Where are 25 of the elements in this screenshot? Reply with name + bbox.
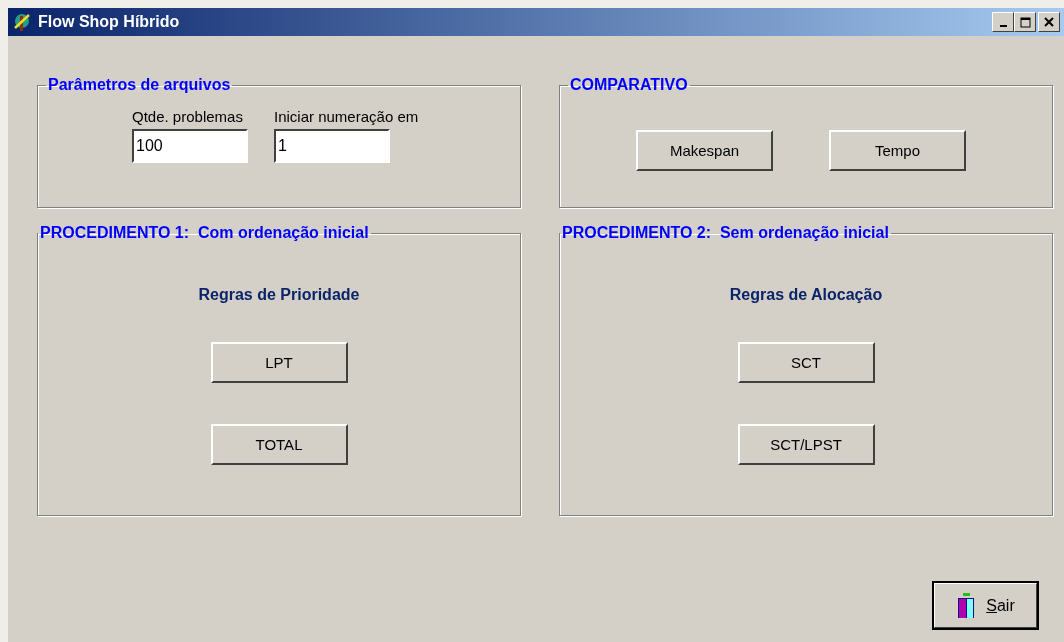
field-label: Qtde. problemas (132, 108, 244, 125)
input-field[interactable]: 100 (132, 129, 248, 163)
exit-button[interactable]: Sair (933, 582, 1038, 629)
close-button[interactable] (1038, 12, 1060, 32)
field-label: Iniciar numeração em (274, 108, 419, 125)
push-button[interactable]: SCT/LPST (737, 424, 875, 465)
group-title: PROCEDIMENTO 2: Sem ordenação inicial (561, 224, 890, 242)
minimize-icon (999, 25, 1007, 27)
push-button[interactable]: LPT (210, 342, 348, 383)
input-field[interactable]: 1 (274, 129, 390, 163)
push-button[interactable]: Makespan (636, 130, 773, 171)
push-button[interactable]: SCT (737, 342, 875, 383)
app-icon (12, 12, 32, 32)
minimize-button[interactable] (992, 12, 1014, 32)
close-icon (1044, 17, 1054, 27)
section-heading: Regras de Prioridade (198, 286, 360, 304)
group-title: COMPARATIVO (569, 76, 689, 94)
section-heading: Regras de Alocação (729, 286, 883, 304)
window-title: Flow Shop Híbrido (38, 13, 180, 31)
push-button[interactable]: TOTAL (210, 424, 348, 465)
group-title: PROCEDIMENTO 1: Com ordenação inicial (39, 224, 370, 242)
maximize-button[interactable] (1014, 12, 1036, 32)
maximize-icon (1019, 16, 1031, 28)
group-title: Parâmetros de arquivos (47, 76, 232, 94)
push-button[interactable]: Tempo (829, 130, 966, 171)
